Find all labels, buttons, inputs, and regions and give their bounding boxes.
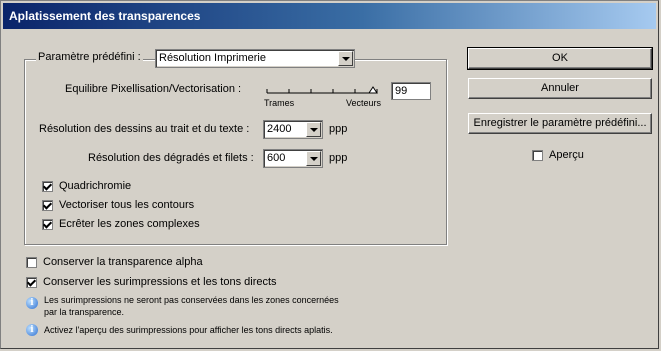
preset-label: Paramètre prédéfini : bbox=[36, 51, 143, 63]
balance-label: Equilibre Pixellisation/Vectorisation : bbox=[65, 83, 242, 95]
slider-thumb-icon bbox=[368, 86, 378, 94]
clip-complex-label: Ecrêter les zones complexes bbox=[59, 218, 200, 230]
preserve-overprint-checkbox[interactable] bbox=[26, 277, 37, 288]
preview-label: Aperçu bbox=[549, 149, 584, 161]
preserve-overprint-label: Conserver les surimpressions et les tons… bbox=[43, 276, 277, 288]
quadrichromie-checkbox[interactable] bbox=[42, 181, 53, 192]
gradient-label: Résolution des dégradés et filets : bbox=[88, 152, 254, 164]
dialog-window: Aplatissement des transparences Paramètr… bbox=[0, 0, 659, 349]
gradient-value: 600 bbox=[267, 152, 286, 164]
chevron-down-icon[interactable] bbox=[306, 151, 321, 166]
chevron-down-icon[interactable] bbox=[338, 51, 353, 66]
quadrichromie-label: Quadrichromie bbox=[59, 180, 132, 192]
note-2: Activez l'aperçu des surimpressions pour… bbox=[44, 325, 333, 335]
balance-left-label: Trames bbox=[264, 98, 295, 108]
info-icon: i bbox=[26, 297, 38, 309]
preset-select[interactable]: Résolution Imprimerie bbox=[155, 49, 355, 68]
preset-select-value: Résolution Imprimerie bbox=[159, 52, 266, 64]
clip-complex-checkbox[interactable] bbox=[42, 219, 53, 230]
preserve-alpha-label: Conserver la transparence alpha bbox=[43, 256, 203, 268]
window-title: Aplatissement des transparences bbox=[9, 9, 201, 23]
preview-checkbox[interactable] bbox=[532, 150, 543, 161]
title-bar[interactable]: Aplatissement des transparences bbox=[3, 3, 656, 29]
save-preset-button[interactable]: Enregistrer le paramètre prédéfini... bbox=[468, 113, 652, 134]
vectorize-strokes-checkbox[interactable] bbox=[42, 200, 53, 211]
line-art-label: Résolution des dessins au trait et du te… bbox=[39, 123, 250, 135]
chevron-down-icon[interactable] bbox=[306, 122, 321, 137]
note-1-line1: Les surimpressions ne seront pas conserv… bbox=[44, 295, 339, 305]
info-icon: i bbox=[26, 324, 38, 336]
note-1-line2: par la transparence. bbox=[44, 307, 125, 317]
line-art-unit: ppp bbox=[329, 123, 348, 135]
cancel-button[interactable]: Annuler bbox=[468, 78, 652, 99]
gradient-unit: ppp bbox=[329, 152, 348, 164]
line-art-value: 2400 bbox=[267, 123, 292, 135]
balance-slider[interactable] bbox=[265, 81, 385, 97]
gradient-select[interactable]: 600 bbox=[263, 149, 323, 168]
balance-value-field[interactable]: 99 bbox=[391, 82, 431, 100]
ok-button[interactable]: OK bbox=[467, 47, 653, 70]
balance-value: 99 bbox=[395, 85, 408, 97]
vectorize-strokes-label: Vectoriser tous les contours bbox=[59, 199, 195, 211]
line-art-select[interactable]: 2400 bbox=[263, 120, 323, 139]
balance-right-label: Vecteurs bbox=[346, 98, 382, 108]
preserve-alpha-checkbox[interactable] bbox=[26, 257, 37, 268]
